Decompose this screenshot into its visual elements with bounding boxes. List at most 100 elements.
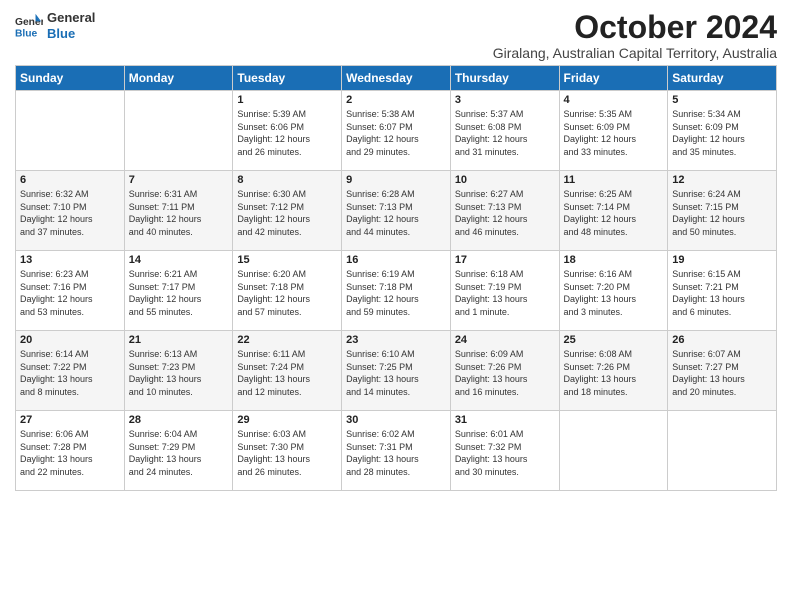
calendar-cell: 8 Sunrise: 6:30 AM Sunset: 7:12 PM Daylig…	[233, 171, 342, 251]
calendar-header-wednesday: Wednesday	[342, 66, 451, 91]
day-number: 5	[672, 94, 772, 106]
day-info: Sunrise: 5:35 AM Sunset: 6:09 PM Dayligh…	[564, 108, 664, 158]
calendar-cell: 10Sunrise: 6:27 AM Sunset: 7:13 PM Dayli…	[450, 171, 559, 251]
day-info: Sunrise: 6:02 AM Sunset: 7:31 PM Dayligh…	[346, 428, 446, 478]
calendar-cell: 25 Sunrise: 6:08 AM Sunset: 7:26 PM Dayli…	[559, 331, 668, 411]
subtitle: Giralang, Australian Capital Territory, …	[493, 45, 777, 61]
calendar-cell: 15 Sunrise: 6:20 AM Sunset: 7:18 PM Dayli…	[233, 251, 342, 331]
day-number: 6	[20, 174, 120, 186]
day-number: 10	[455, 174, 555, 186]
calendar-cell: 28 Sunrise: 6:04 AM Sunset: 7:29 PM Dayli…	[124, 411, 233, 491]
day-number: 18	[564, 254, 664, 266]
calendar-week-3: 20 Sunrise: 6:14 AM Sunset: 7:22 PM Dayli…	[16, 331, 777, 411]
calendar-cell: 13 Sunrise: 6:23 AM Sunset: 7:16 PM Dayli…	[16, 251, 125, 331]
day-number: 2	[346, 94, 446, 106]
day-info: Sunrise: 6:08 AM Sunset: 7:26 PM Dayligh…	[564, 348, 664, 398]
calendar-cell: 23 Sunrise: 6:10 AM Sunset: 7:25 PM Dayli…	[342, 331, 451, 411]
day-info: Sunrise: 5:34 AM Sunset: 6:09 PM Dayligh…	[672, 108, 772, 158]
calendar-cell: 3 Sunrise: 5:37 AM Sunset: 6:08 PM Daylig…	[450, 91, 559, 171]
calendar-cell: 4 Sunrise: 5:35 AM Sunset: 6:09 PM Daylig…	[559, 91, 668, 171]
day-info: Sunrise: 6:01 AM Sunset: 7:32 PM Dayligh…	[455, 428, 555, 478]
day-number: 7	[129, 174, 229, 186]
day-number: 12	[672, 174, 772, 186]
day-info: Sunrise: 6:25 AM Sunset: 7:14 PM Dayligh…	[564, 188, 664, 238]
day-number: 1	[237, 94, 337, 106]
day-number: 16	[346, 254, 446, 266]
calendar: SundayMondayTuesdayWednesdayThursdayFrid…	[15, 65, 777, 491]
calendar-header-friday: Friday	[559, 66, 668, 91]
calendar-cell: 21 Sunrise: 6:13 AM Sunset: 7:23 PM Dayli…	[124, 331, 233, 411]
day-info: Sunrise: 6:28 AM Sunset: 7:13 PM Dayligh…	[346, 188, 446, 238]
calendar-cell: 19 Sunrise: 6:15 AM Sunset: 7:21 PM Dayli…	[668, 251, 777, 331]
day-number: 26	[672, 334, 772, 346]
day-number: 21	[129, 334, 229, 346]
logo-icon: General Blue	[15, 12, 43, 40]
calendar-week-1: 6Sunrise: 6:32 AM Sunset: 7:10 PM Daylig…	[16, 171, 777, 251]
calendar-cell: 31 Sunrise: 6:01 AM Sunset: 7:32 PM Dayli…	[450, 411, 559, 491]
day-info: Sunrise: 6:11 AM Sunset: 7:24 PM Dayligh…	[237, 348, 337, 398]
calendar-cell: 12Sunrise: 6:24 AM Sunset: 7:15 PM Dayli…	[668, 171, 777, 251]
calendar-cell: 2 Sunrise: 5:38 AM Sunset: 6:07 PM Daylig…	[342, 91, 451, 171]
calendar-header-row: SundayMondayTuesdayWednesdayThursdayFrid…	[16, 66, 777, 91]
calendar-cell: 30Sunrise: 6:02 AM Sunset: 7:31 PM Dayli…	[342, 411, 451, 491]
day-info: Sunrise: 6:03 AM Sunset: 7:30 PM Dayligh…	[237, 428, 337, 478]
calendar-cell: 18Sunrise: 6:16 AM Sunset: 7:20 PM Dayli…	[559, 251, 668, 331]
day-number: 9	[346, 174, 446, 186]
calendar-cell: 20 Sunrise: 6:14 AM Sunset: 7:22 PM Dayli…	[16, 331, 125, 411]
calendar-cell: 17 Sunrise: 6:18 AM Sunset: 7:19 PM Dayli…	[450, 251, 559, 331]
day-info: Sunrise: 6:10 AM Sunset: 7:25 PM Dayligh…	[346, 348, 446, 398]
title-block: October 2024 Giralang, Australian Capita…	[493, 10, 777, 61]
calendar-cell: 27Sunrise: 6:06 AM Sunset: 7:28 PM Dayli…	[16, 411, 125, 491]
day-info: Sunrise: 5:37 AM Sunset: 6:08 PM Dayligh…	[455, 108, 555, 158]
calendar-week-2: 13 Sunrise: 6:23 AM Sunset: 7:16 PM Dayli…	[16, 251, 777, 331]
day-number: 27	[20, 414, 120, 426]
day-info: Sunrise: 5:38 AM Sunset: 6:07 PM Dayligh…	[346, 108, 446, 158]
day-number: 19	[672, 254, 772, 266]
calendar-cell: 1Sunrise: 5:39 AM Sunset: 6:06 PM Daylig…	[233, 91, 342, 171]
day-info: Sunrise: 6:04 AM Sunset: 7:29 PM Dayligh…	[129, 428, 229, 478]
day-info: Sunrise: 6:21 AM Sunset: 7:17 PM Dayligh…	[129, 268, 229, 318]
day-info: Sunrise: 6:07 AM Sunset: 7:27 PM Dayligh…	[672, 348, 772, 398]
day-number: 31	[455, 414, 555, 426]
day-info: Sunrise: 6:23 AM Sunset: 7:16 PM Dayligh…	[20, 268, 120, 318]
calendar-cell: 6Sunrise: 6:32 AM Sunset: 7:10 PM Daylig…	[16, 171, 125, 251]
calendar-header-tuesday: Tuesday	[233, 66, 342, 91]
day-info: Sunrise: 6:20 AM Sunset: 7:18 PM Dayligh…	[237, 268, 337, 318]
day-info: Sunrise: 6:18 AM Sunset: 7:19 PM Dayligh…	[455, 268, 555, 318]
day-info: Sunrise: 6:31 AM Sunset: 7:11 PM Dayligh…	[129, 188, 229, 238]
logo-general: General	[47, 10, 95, 26]
day-number: 17	[455, 254, 555, 266]
day-number: 3	[455, 94, 555, 106]
day-number: 23	[346, 334, 446, 346]
calendar-week-0: 1Sunrise: 5:39 AM Sunset: 6:06 PM Daylig…	[16, 91, 777, 171]
day-number: 13	[20, 254, 120, 266]
calendar-header-sunday: Sunday	[16, 66, 125, 91]
day-info: Sunrise: 6:09 AM Sunset: 7:26 PM Dayligh…	[455, 348, 555, 398]
calendar-cell	[16, 91, 125, 171]
day-info: Sunrise: 6:30 AM Sunset: 7:12 PM Dayligh…	[237, 188, 337, 238]
calendar-cell: 24 Sunrise: 6:09 AM Sunset: 7:26 PM Dayli…	[450, 331, 559, 411]
day-number: 15	[237, 254, 337, 266]
day-number: 11	[564, 174, 664, 186]
calendar-cell: 14Sunrise: 6:21 AM Sunset: 7:17 PM Dayli…	[124, 251, 233, 331]
calendar-cell	[668, 411, 777, 491]
day-info: Sunrise: 6:14 AM Sunset: 7:22 PM Dayligh…	[20, 348, 120, 398]
day-info: Sunrise: 6:19 AM Sunset: 7:18 PM Dayligh…	[346, 268, 446, 318]
day-number: 24	[455, 334, 555, 346]
calendar-cell: 11 Sunrise: 6:25 AM Sunset: 7:14 PM Dayli…	[559, 171, 668, 251]
page: General Blue General Blue October 2024 G…	[0, 0, 792, 612]
calendar-cell: 5 Sunrise: 5:34 AM Sunset: 6:09 PM Daylig…	[668, 91, 777, 171]
day-number: 20	[20, 334, 120, 346]
calendar-header-saturday: Saturday	[668, 66, 777, 91]
day-number: 8	[237, 174, 337, 186]
day-info: Sunrise: 6:13 AM Sunset: 7:23 PM Dayligh…	[129, 348, 229, 398]
calendar-cell: 22 Sunrise: 6:11 AM Sunset: 7:24 PM Dayli…	[233, 331, 342, 411]
day-number: 4	[564, 94, 664, 106]
day-number: 22	[237, 334, 337, 346]
calendar-cell: 29 Sunrise: 6:03 AM Sunset: 7:30 PM Dayli…	[233, 411, 342, 491]
day-number: 25	[564, 334, 664, 346]
calendar-header-thursday: Thursday	[450, 66, 559, 91]
day-info: Sunrise: 6:15 AM Sunset: 7:21 PM Dayligh…	[672, 268, 772, 318]
day-number: 29	[237, 414, 337, 426]
day-number: 28	[129, 414, 229, 426]
